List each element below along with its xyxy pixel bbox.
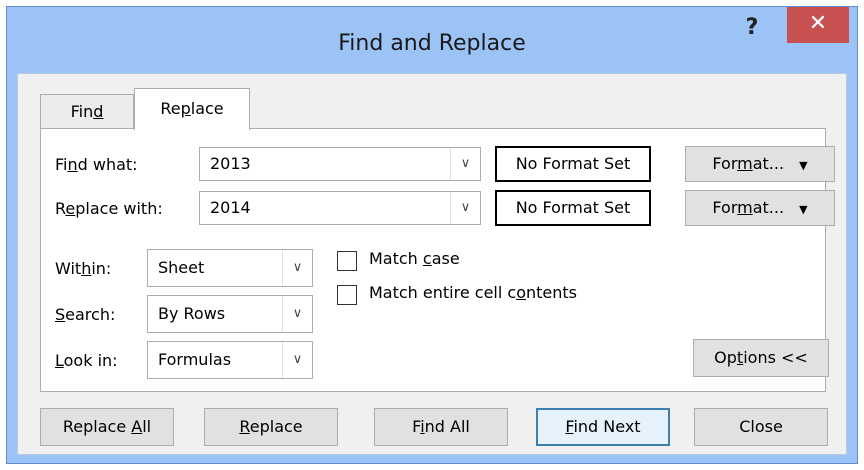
chevron-down-icon[interactable]: ∨ [450, 192, 480, 224]
chevron-down-icon[interactable]: ∨ [282, 250, 312, 286]
within-select[interactable]: Sheet ∨ [147, 249, 313, 287]
match-case-label[interactable]: Match case [369, 249, 460, 268]
search-label: Search: [55, 305, 116, 324]
replace-with-value: 2014 [210, 198, 251, 217]
tab-find-label: Find [70, 102, 104, 121]
dialog-title: Find and Replace [338, 31, 526, 56]
find-next-button[interactable]: Find Next [536, 408, 670, 446]
tab-replace-label: Replace [160, 99, 224, 118]
search-select[interactable]: By Rows ∨ [147, 295, 313, 333]
find-what-value: 2013 [210, 154, 251, 173]
match-case-checkbox[interactable] [337, 251, 357, 271]
look-in-value: Formulas [158, 350, 232, 369]
match-entire-cell-checkbox[interactable] [337, 285, 357, 305]
tab-replace[interactable]: Replace [134, 88, 250, 130]
within-label: Within: [55, 259, 112, 278]
close-icon: ✕ [808, 11, 828, 36]
title-bar: Find and Replace ? ✕ [7, 7, 857, 73]
find-what-combo[interactable]: 2013 ∨ [199, 147, 481, 181]
within-value: Sheet [158, 258, 205, 277]
replace-format-preview: No Format Set [495, 190, 651, 226]
replace-tab-panel: Find what: 2013 ∨ No Format Set Format..… [40, 128, 835, 392]
find-format-preview: No Format Set [495, 146, 651, 182]
chevron-down-icon[interactable]: ∨ [282, 296, 312, 332]
replace-with-combo[interactable]: 2014 ∨ [199, 191, 481, 225]
find-what-label: Find what: [55, 155, 138, 174]
find-format-button[interactable]: Format... ▼ [685, 146, 835, 182]
dropdown-arrow-icon: ▼ [799, 159, 808, 172]
replace-format-button[interactable]: Format... ▼ [685, 190, 835, 226]
close-window-button[interactable]: ✕ [787, 7, 849, 43]
search-value: By Rows [158, 304, 226, 323]
find-all-button[interactable]: Find All [374, 408, 508, 446]
find-replace-dialog: Find and Replace ? ✕ Find Replace Find w… [6, 6, 858, 464]
tab-find[interactable]: Find [40, 94, 134, 128]
dialog-body: Find Replace Find what: 2013 ∨ No Format… [17, 73, 847, 455]
replace-all-button[interactable]: Replace All [40, 408, 174, 446]
options-button[interactable]: Options << [693, 339, 829, 377]
close-button[interactable]: Close [694, 408, 828, 446]
replace-with-label: Replace with: [55, 199, 163, 218]
match-entire-cell-label[interactable]: Match entire cell contents [369, 283, 577, 302]
chevron-down-icon[interactable]: ∨ [282, 342, 312, 378]
look-in-select[interactable]: Formulas ∨ [147, 341, 313, 379]
dropdown-arrow-icon: ▼ [799, 203, 808, 216]
replace-button[interactable]: Replace [204, 408, 338, 446]
help-button[interactable]: ? [737, 13, 767, 43]
look-in-label: Look in: [55, 351, 118, 370]
chevron-down-icon[interactable]: ∨ [450, 148, 480, 180]
